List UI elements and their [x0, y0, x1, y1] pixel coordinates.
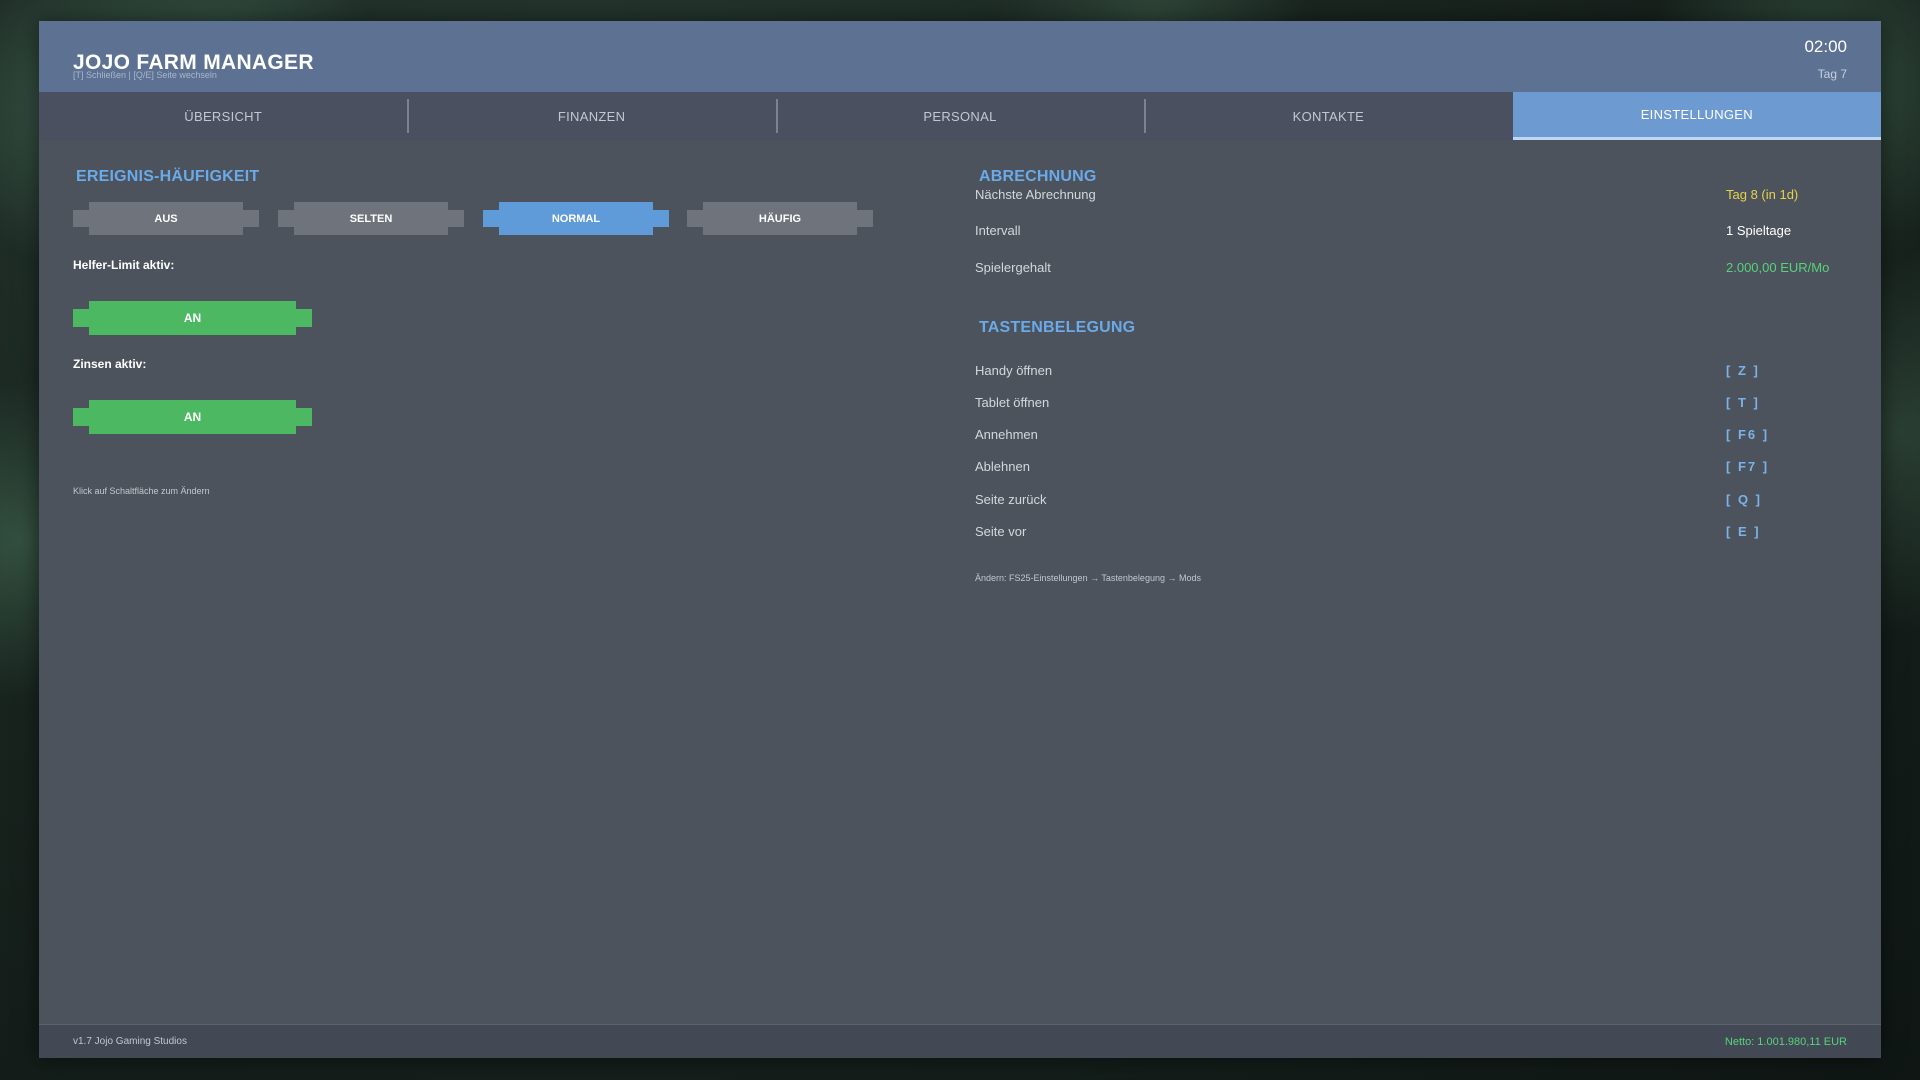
tab-kontakte[interactable]: KONTAKTE: [1144, 92, 1512, 140]
billing-title: ABRECHNUNG: [979, 168, 1097, 185]
farm-manager-window: JOJO FARM MANAGER [T] Schließen | [Q/E] …: [39, 21, 1882, 1058]
helper-limit-label: Helfer-Limit aktiv:: [73, 258, 175, 272]
version-info: v1.7 Jojo Gaming Studios: [73, 1036, 187, 1047]
next-billing-label: Nächste Abrechnung: [975, 187, 1096, 202]
keybind-label-phone: Handy öffnen: [975, 363, 1053, 378]
event-frequency-title: EREIGNIS-HÄUFIGKEIT: [76, 168, 260, 185]
player-salary-value: 2.000,00 EUR/Mo: [1726, 260, 1830, 275]
frequency-off-button[interactable]: AUS: [73, 202, 259, 235]
frequency-normal-button[interactable]: NORMAL: [483, 202, 669, 235]
keybind-key-accept: [ F6 ]: [1726, 427, 1770, 442]
keybind-label-page-back: Seite zurück: [975, 492, 1047, 507]
keybind-key-tablet: [ T ]: [1726, 395, 1760, 410]
tab-personal[interactable]: PERSONAL: [775, 92, 1144, 140]
game-clock: 02:00: [1804, 37, 1847, 56]
interval-value: 1 Spieltage: [1726, 223, 1792, 238]
frequency-frequent-button[interactable]: HÄUFIG: [687, 202, 873, 235]
window-header: JOJO FARM MANAGER [T] Schließen | [Q/E] …: [39, 21, 1881, 92]
change-hint: Klick auf Schaltfläche zum Ändern: [73, 486, 210, 496]
keybind-label-page-forward: Seite vor: [975, 524, 1027, 539]
interval-label: Intervall: [975, 223, 1021, 238]
interest-toggle[interactable]: AN: [73, 400, 312, 434]
window-footer: v1.7 Jojo Gaming Studios Netto: 1.001.98…: [39, 1024, 1881, 1058]
keybind-key-page-back: [ Q ]: [1726, 492, 1762, 507]
tab-einstellungen[interactable]: EINSTELLUNGEN: [1512, 92, 1882, 140]
game-day: Tag 7: [1817, 67, 1847, 81]
keybindings-title: TASTENBELEGUNG: [979, 319, 1136, 336]
keybind-label-tablet: Tablet öffnen: [975, 395, 1050, 410]
tab-bar: ÜBERSICHT FINANZEN PERSONAL KONTAKTE EIN…: [39, 92, 1882, 140]
player-salary-label: Spielergehalt: [975, 260, 1051, 275]
tab-uebersicht[interactable]: ÜBERSICHT: [39, 92, 407, 140]
keybind-key-phone: [ Z ]: [1726, 363, 1760, 378]
keybind-change-hint: Ändern: FS25-Einstellungen → Tastenbeleg…: [975, 573, 1201, 583]
frequency-rare-button[interactable]: SELTEN: [278, 202, 464, 235]
net-worth: Netto: 1.001.980,11 EUR: [1724, 1036, 1847, 1048]
next-billing-value: Tag 8 (in 1d): [1726, 187, 1799, 202]
helper-limit-toggle[interactable]: AN: [73, 301, 312, 335]
tab-finanzen[interactable]: FINANZEN: [407, 92, 775, 140]
keybind-label-accept: Annehmen: [975, 427, 1038, 442]
interest-label: Zinsen aktiv:: [73, 357, 147, 371]
keyboard-hint: [T] Schließen | [Q/E] Seite wechseln: [73, 70, 217, 80]
keybind-key-decline: [ F7 ]: [1726, 459, 1770, 474]
keybind-label-decline: Ablehnen: [975, 459, 1030, 474]
keybind-key-page-forward: [ E ]: [1726, 524, 1761, 539]
